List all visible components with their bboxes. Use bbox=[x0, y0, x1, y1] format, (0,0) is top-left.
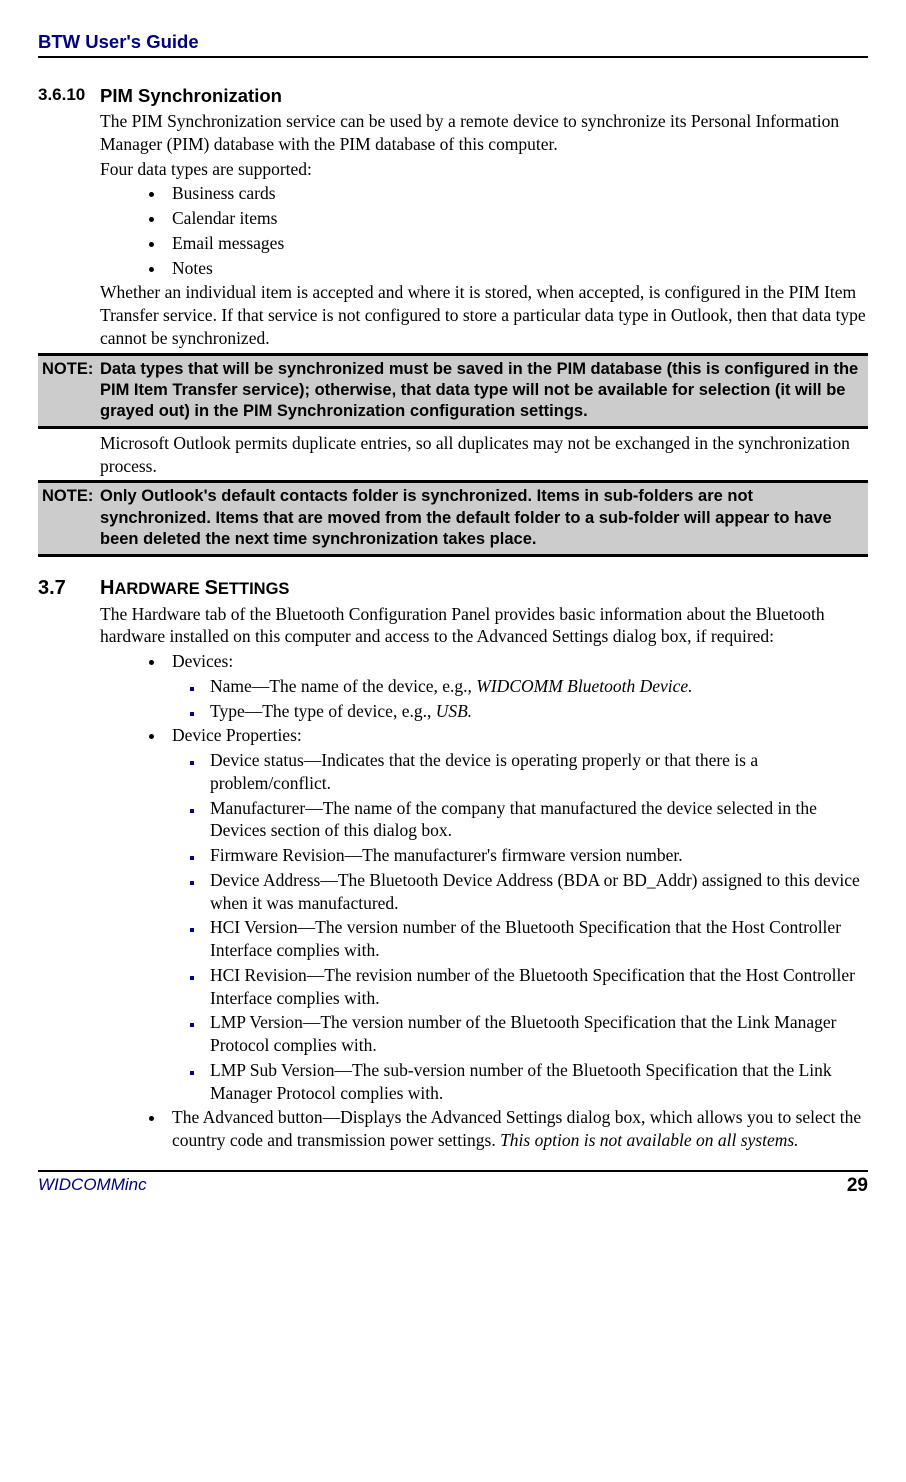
doc-header: BTW User's Guide bbox=[38, 30, 868, 54]
note-text: Data types that will be synchronized mus… bbox=[100, 359, 866, 423]
list-item: Notes bbox=[166, 257, 868, 280]
list-item: Device Address—The Bluetooth Device Addr… bbox=[204, 869, 868, 915]
list-item: LMP Version—The version number of the Bl… bbox=[204, 1011, 868, 1057]
data-types-list: Business cards Calendar items Email mess… bbox=[100, 182, 868, 279]
section-number: 3.7 bbox=[38, 575, 100, 601]
paragraph: Four data types are supported: bbox=[100, 158, 868, 181]
list-item: Calendar items bbox=[166, 207, 868, 230]
footer-brand: WIDCOMMinc bbox=[38, 1174, 147, 1199]
paragraph: Microsoft Outlook permits duplicate entr… bbox=[100, 432, 868, 478]
list-item: Name—The name of the device, e.g., WIDCO… bbox=[204, 675, 868, 698]
note-box: NOTE: Only Outlook's default contacts fo… bbox=[38, 480, 868, 556]
header-rule bbox=[38, 56, 868, 58]
list-item: HCI Version—The version number of the Bl… bbox=[204, 916, 868, 962]
hardware-list: The Advanced button—Displays the Advance… bbox=[100, 1106, 868, 1152]
paragraph: The Hardware tab of the Bluetooth Config… bbox=[100, 603, 868, 649]
page-footer: WIDCOMMinc 29 bbox=[38, 1170, 868, 1199]
paragraph: The PIM Synchronization service can be u… bbox=[100, 110, 868, 156]
list-item: Email messages bbox=[166, 232, 868, 255]
hardware-list: Devices: bbox=[100, 650, 868, 673]
section-title: HARDWARE SETTINGS bbox=[100, 575, 289, 601]
list-item: HCI Revision—The revision number of the … bbox=[204, 964, 868, 1010]
section-number: 3.6.10 bbox=[38, 84, 100, 108]
footer-rule bbox=[38, 1170, 868, 1172]
section-title: PIM Synchronization bbox=[100, 84, 282, 108]
page-number: 29 bbox=[847, 1174, 868, 1199]
section-body: Microsoft Outlook permits duplicate entr… bbox=[100, 432, 868, 478]
list-item: Manufacturer—The name of the company tha… bbox=[204, 797, 868, 843]
paragraph: Whether an individual item is accepted a… bbox=[100, 281, 868, 349]
section-3-7: 3.7 HARDWARE SETTINGS bbox=[38, 575, 868, 601]
list-item: Business cards bbox=[166, 182, 868, 205]
note-label: NOTE: bbox=[42, 359, 100, 423]
note-box: NOTE: Data types that will be synchroniz… bbox=[38, 353, 868, 429]
section-body: The PIM Synchronization service can be u… bbox=[100, 110, 868, 180]
hardware-list: Device Properties: bbox=[100, 724, 868, 747]
section-3-6-10: 3.6.10 PIM Synchronization bbox=[38, 84, 868, 108]
list-item: Device Properties: bbox=[166, 724, 868, 747]
list-item: The Advanced button—Displays the Advance… bbox=[166, 1106, 868, 1152]
note-label: NOTE: bbox=[42, 486, 100, 550]
section-body: The Hardware tab of the Bluetooth Config… bbox=[100, 603, 868, 649]
list-item: Firmware Revision—The manufacturer's fir… bbox=[204, 844, 868, 867]
list-item: Type—The type of device, e.g., USB. bbox=[204, 700, 868, 723]
section-body: Whether an individual item is accepted a… bbox=[100, 281, 868, 349]
device-props-sublist: Device status—Indicates that the device … bbox=[100, 749, 868, 1104]
note-text: Only Outlook's default contacts folder i… bbox=[100, 486, 866, 550]
devices-sublist: Name—The name of the device, e.g., WIDCO… bbox=[100, 675, 868, 723]
list-item: Devices: bbox=[166, 650, 868, 673]
list-item: LMP Sub Version—The sub-version number o… bbox=[204, 1059, 868, 1105]
list-item: Device status—Indicates that the device … bbox=[204, 749, 868, 795]
